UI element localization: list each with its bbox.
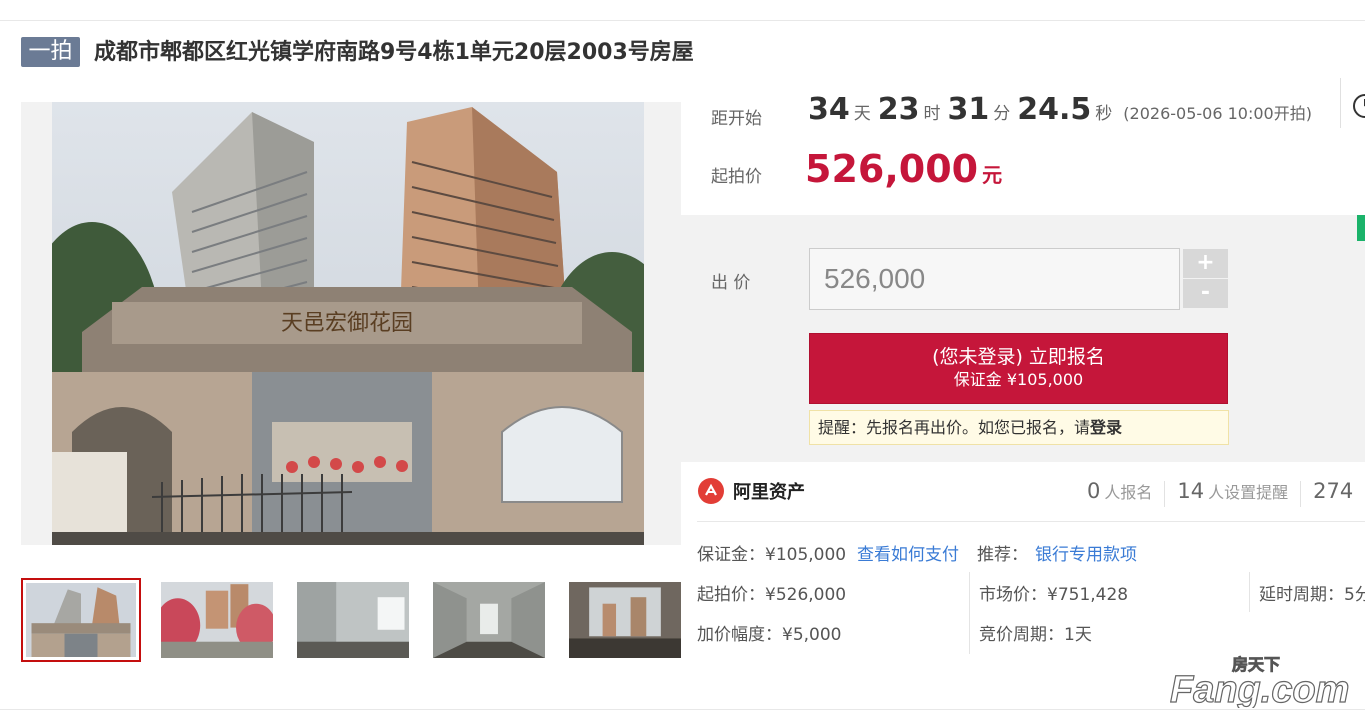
market-price-info: 市场价：¥751,428 (979, 585, 1129, 605)
thumb-courtyard-image (155, 582, 277, 658)
days-unit: 天 (853, 104, 871, 124)
platform-name: 阿里资产 (733, 482, 805, 503)
thumbnail-courtyard[interactable] (155, 578, 277, 662)
fang-watermark: 房天下 Fang.com (1169, 652, 1350, 712)
thumbnail-balcony-view[interactable] (565, 578, 685, 662)
bottom-divider (0, 709, 1365, 710)
reminder-count: 14 (1177, 479, 1205, 503)
minutes-unit: 分 (993, 104, 1011, 124)
auction-start-time: (2026-05-06 10:00开拍) (1123, 104, 1312, 123)
thumbnail-empty-room[interactable] (429, 578, 549, 662)
auction-round-badge: 一拍 (21, 37, 80, 67)
detail-column-divider (969, 572, 970, 654)
login-reminder: 提醒：先报名再出价。如您已报名，请登录 (809, 410, 1229, 445)
increase-bid-button[interactable]: + (1183, 249, 1228, 278)
platform-brand[interactable]: 阿里资产 (698, 478, 805, 504)
reminder-text: 提醒：先报名再出价。如您已报名，请 (818, 418, 1091, 437)
thumb-balcony-view-image (569, 582, 681, 658)
start-price-value: 526,000 (805, 147, 979, 191)
thumbnail-room-window[interactable] (293, 578, 413, 662)
main-image[interactable]: 天邑宏御花园 (21, 102, 681, 545)
stats-divider (697, 521, 1365, 522)
register-now-button[interactable]: (您未登录) 立即报名 保证金 ¥105,000 (809, 333, 1228, 404)
countdown-days: 34 (808, 92, 850, 127)
bid-label: 出 价 (711, 273, 751, 293)
registered-count: 0 (1087, 479, 1101, 503)
delay-period-info: 延时周期：5分 (1259, 585, 1365, 605)
start-price-unit: 元 (982, 163, 1003, 187)
bid-amount-input[interactable]: 526,000 (809, 248, 1180, 310)
thumb-gate-image (26, 583, 136, 657)
start-price-info: 起拍价：¥526,000 (697, 585, 847, 605)
register-deposit-label: 保证金 ¥105,000 (953, 370, 1084, 389)
countdown-timer: 34 天 23 时 31 分 24.5 秒 (2026-05-06 10:00开拍) (808, 92, 1312, 127)
start-price: 526,000 元 (805, 147, 1002, 191)
how-to-pay-link[interactable]: 查看如何支付 (857, 540, 959, 565)
recommend-label: 推荐： (977, 545, 1028, 565)
alarm-clock-icon (1353, 94, 1365, 118)
deposit-info: 保证金：¥105,000 (697, 545, 847, 565)
thumb-room-window-image (297, 582, 409, 658)
reminder-clock[interactable] (1340, 78, 1365, 128)
reminder-label: 人设置提醒 (1208, 483, 1289, 502)
countdown-hours: 23 (877, 92, 920, 127)
bank-payment-link[interactable]: 银行专用款项 (1035, 540, 1137, 565)
countdown-label: 距开始 (711, 109, 762, 129)
green-side-tab[interactable] (1357, 215, 1365, 241)
auction-period-info: 竞价周期：1天 (979, 625, 1092, 645)
watermark-main: Fang.com (1170, 669, 1349, 708)
seconds-unit: 秒 (1095, 104, 1113, 124)
detail-column-divider-2 (1249, 572, 1250, 612)
register-button-label: (您未登录) 立即报名 (932, 346, 1105, 368)
gate-sign: 天邑宏御花园 (281, 311, 413, 336)
countdown-minutes: 31 (947, 92, 990, 127)
registered-label: 人报名 (1104, 483, 1153, 502)
thumbnail-gate[interactable] (21, 578, 141, 662)
increment-info: 加价幅度：¥5,000 (697, 625, 842, 645)
page-title: 成都市郫都区红光镇学府南路9号4栋1单元20层2003号房屋 (94, 40, 694, 65)
login-link[interactable]: 登录 (1090, 418, 1122, 437)
auction-stats: 0 人报名 14 人设置提醒 274 (1087, 479, 1357, 507)
ali-assets-logo-icon (698, 478, 724, 504)
top-divider (0, 20, 1365, 21)
thumb-empty-room-image (433, 582, 545, 658)
start-price-label: 起拍价 (711, 167, 762, 187)
countdown-seconds: 24.5 (1017, 92, 1092, 127)
views-count: 274 (1313, 479, 1354, 503)
hours-unit: 时 (923, 104, 941, 124)
building-gate-photo: 天邑宏御花园 (52, 102, 644, 545)
decrease-bid-button[interactable]: - (1183, 279, 1228, 308)
